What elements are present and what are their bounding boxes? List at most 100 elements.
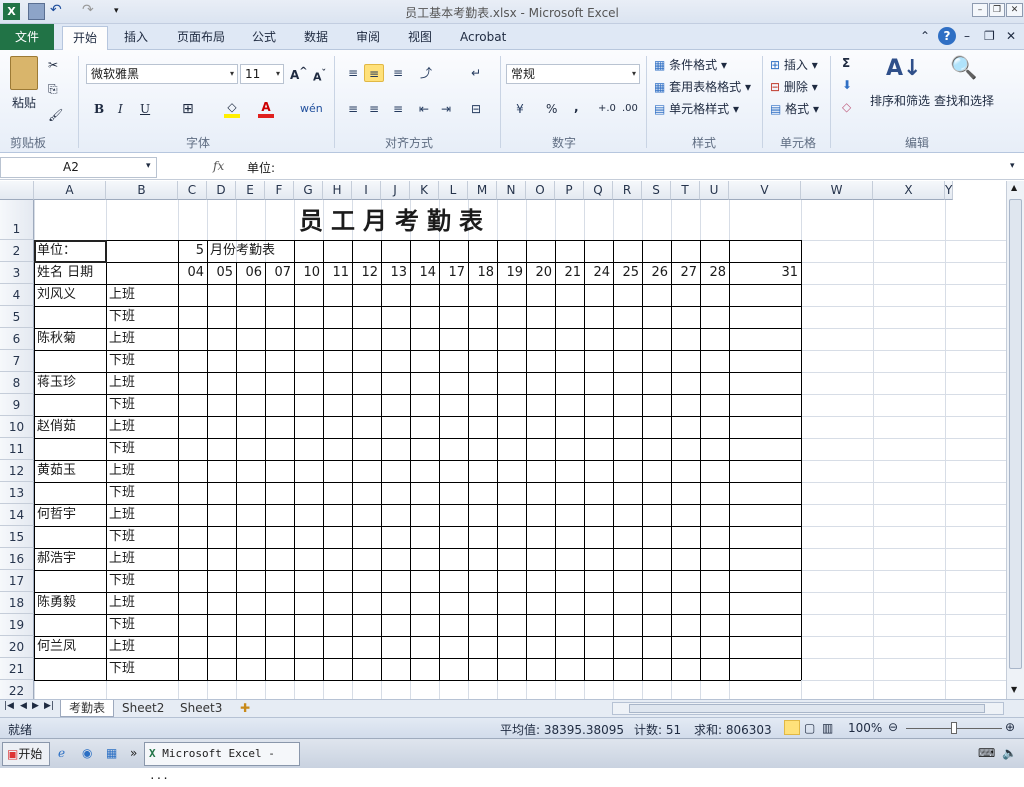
employee-name-cell[interactable]: 赵俏茹 [34,417,106,437]
employee-name-cell[interactable]: 黄茹玉 [34,461,106,481]
date-header-cell[interactable]: 21 [555,263,584,283]
column-header[interactable]: R [613,181,642,200]
align-left-icon[interactable]: ≡ [343,100,363,118]
column-header[interactable]: X [873,181,945,200]
date-header-cell[interactable]: 17 [439,263,468,283]
employee-name-cell[interactable]: 刘风义 [34,285,106,305]
vertical-scrollbar[interactable]: ▲ ▼ [1006,181,1024,699]
find-select-icon[interactable]: 🔍 [950,56,977,81]
quicklaunch-tool-icon[interactable]: ▦ [106,742,117,766]
scroll-up-icon[interactable]: ▲ [1011,183,1017,192]
scroll-down-icon[interactable]: ▼ [1011,685,1017,694]
tab-home[interactable]: 开始 [62,26,109,50]
column-header[interactable]: L [439,181,468,200]
row-header[interactable]: 3 [0,262,34,284]
taskbar-excel-item[interactable]: X Microsoft Excel - ... [144,742,300,782]
column-header[interactable]: Y [945,181,954,200]
column-header[interactable]: I [352,181,381,200]
cut-icon[interactable]: ✂ [48,58,58,72]
currency-icon[interactable]: ¥ [510,100,530,118]
row-header[interactable]: 9 [0,394,34,416]
zoom-in-icon[interactable]: ⊕ [1005,720,1015,734]
help-icon[interactable]: ? [938,27,956,45]
shift-on-cell[interactable]: 上班 [106,417,178,437]
percent-button[interactable]: % [546,102,557,116]
row-header[interactable]: 8 [0,372,34,394]
new-sheet-icon[interactable]: ✚ [232,700,258,717]
zoom-out-icon[interactable]: ⊖ [888,720,898,734]
tab-formulas[interactable]: 公式 [242,26,286,50]
sheet-tab-sheet3[interactable]: Sheet3 [172,700,230,717]
row-header[interactable]: 2 [0,240,34,262]
align-middle-icon[interactable]: ≡ [364,64,384,82]
spreadsheet-grid[interactable]: ABCDEFGHIJKLMNOPQRSTUVWXY 1 2 3 4 5 6 7 8 9 10 11 1… [0,181,1006,699]
shift-on-cell[interactable]: 上班 [106,285,178,305]
date-header-cell[interactable]: 27 [671,263,700,283]
employee-name-cell[interactable]: 蒋玉珍 [34,373,106,393]
row-header[interactable]: 18 [0,592,34,614]
shift-off-cell[interactable]: 下班 [106,351,178,371]
decrease-indent-icon[interactable]: ⇤ [414,100,434,118]
column-header[interactable]: E [236,181,265,200]
delete-cells-button[interactable]: ⊟ 删除 ▾ [770,78,818,95]
date-header-cell[interactable]: 10 [294,263,323,283]
align-bottom-icon[interactable]: ≡ [388,64,408,82]
select-all-corner[interactable] [0,181,34,200]
date-header-cell[interactable]: 13 [381,263,410,283]
paste-button[interactable]: 粘贴 [12,94,36,111]
row-header[interactable]: 11 [0,438,34,460]
column-header[interactable]: N [497,181,526,200]
column-header[interactable]: J [381,181,410,200]
date-header-cell[interactable]: 18 [468,263,497,283]
date-header-cell[interactable]: 05 [207,263,236,283]
tab-page-layout[interactable]: 页面布局 [167,26,235,50]
quicklaunch-browser-icon[interactable]: ◉ [82,742,92,766]
insert-cells-button[interactable]: ⊞ 插入 ▾ [770,56,818,73]
name-date-header-cell[interactable]: 姓名 日期 [34,263,144,283]
shift-off-cell[interactable]: 下班 [106,395,178,415]
first-sheet-icon[interactable]: |◀ [4,701,14,711]
row-header[interactable]: 12 [0,460,34,482]
quicklaunch-ie-icon[interactable]: ℯ [58,742,65,766]
format-as-table-button[interactable]: ▦ 套用表格格式 ▾ [654,78,751,95]
name-box-dropdown-icon[interactable]: ▾ [146,161,151,171]
column-header[interactable]: K [410,181,439,200]
autosum-button[interactable]: Σ [842,56,850,70]
column-header[interactable]: P [555,181,584,200]
italic-button[interactable]: I [118,102,123,116]
increase-indent-icon[interactable]: ⇥ [436,100,456,118]
next-sheet-icon[interactable]: ▶ [32,701,39,711]
employee-name-cell[interactable]: 郝浩宇 [34,549,106,569]
grow-font-icon[interactable]: A^ [290,66,308,82]
employee-name-cell[interactable]: 何哲宇 [34,505,106,525]
number-format-select[interactable]: 常规 ▾ [506,64,640,84]
column-header[interactable]: Q [584,181,613,200]
tab-file[interactable]: 文件 [0,24,54,50]
prev-sheet-icon[interactable]: ◀ [20,701,27,711]
borders-icon[interactable]: ⊞ [182,101,194,117]
phonetic-icon[interactable]: wén [300,102,323,115]
row-header[interactable]: 16 [0,548,34,570]
date-header-cell[interactable]: 31 [729,263,801,283]
sort-filter-icon[interactable]: A↓ [886,56,921,81]
quicklaunch-more-icon[interactable]: » [130,742,137,766]
normal-view-icon[interactable] [784,720,800,735]
column-header[interactable]: V [729,181,801,200]
shift-on-cell[interactable]: 上班 [106,373,178,393]
format-painter-icon[interactable]: 🖌 [48,108,63,122]
row-header[interactable]: 20 [0,636,34,658]
column-header[interactable]: O [526,181,555,200]
shift-off-cell[interactable]: 下班 [106,527,178,547]
row-header[interactable]: 22 [0,680,34,699]
bold-button[interactable]: B [94,102,104,116]
volume-icon[interactable]: 🔈 [1002,742,1017,766]
horizontal-scroll-thumb[interactable] [629,704,985,713]
increase-decimal-icon[interactable]: +.0 [598,103,616,114]
ribbon-close-icon[interactable]: ✕ [1006,29,1016,43]
row-header[interactable]: 4 [0,284,34,306]
employee-name-cell[interactable]: 陈勇毅 [34,593,106,613]
column-header[interactable]: F [265,181,294,200]
column-header[interactable]: A [34,181,106,200]
font-name-select[interactable]: 微软雅黑 ▾ [86,64,238,84]
unit-label-cell[interactable]: 单位： [34,241,106,261]
